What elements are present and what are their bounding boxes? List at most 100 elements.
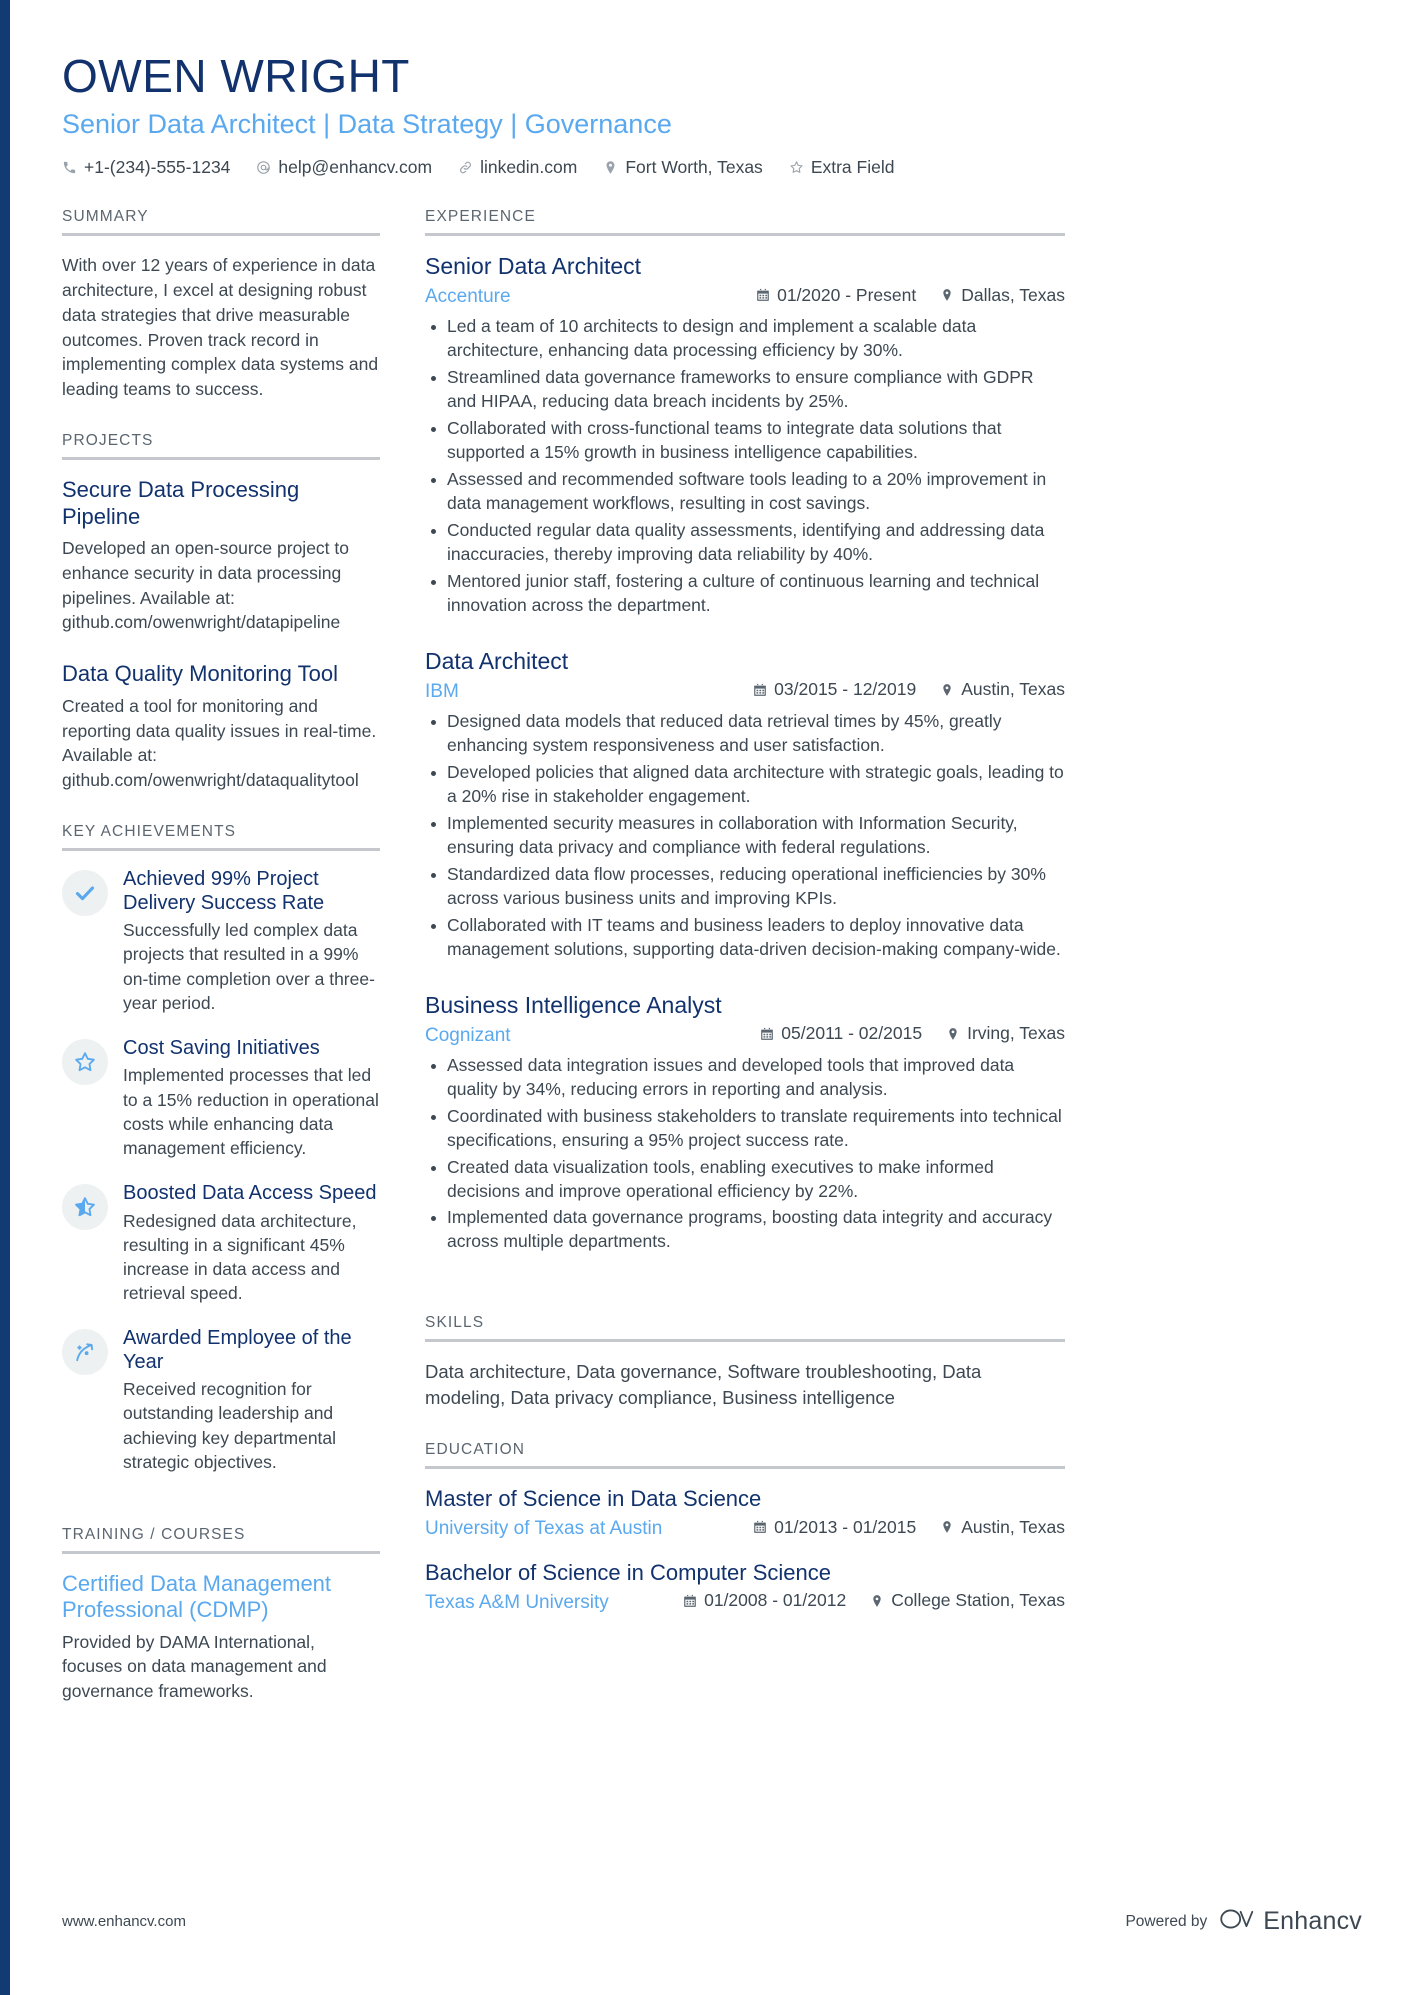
experience-item: Business Intelligence Analyst Cognizant … <box>425 992 1065 1255</box>
job-location-text: Irving, Texas <box>967 1023 1065 1044</box>
job-bullet: Coordinated with business stakeholders t… <box>425 1105 1065 1153</box>
section-title-key-achievements: KEY ACHIEVEMENTS <box>62 823 237 841</box>
project-item: Data Quality Monitoring Tool Created a t… <box>62 661 380 793</box>
calendar-icon <box>756 288 770 302</box>
job-meta: Accenture 01/2020 - Present Dallas, Texa… <box>425 285 1065 309</box>
project-description: Created a tool for monitoring and report… <box>62 695 377 791</box>
section-title-education: EDUCATION <box>425 1441 526 1459</box>
job-date-text: 05/2011 - 02/2015 <box>781 1023 923 1044</box>
resume-content: OWEN WRIGHT Senior Data Architect | Data… <box>62 0 1357 1704</box>
resume-header: OWEN WRIGHT Senior Data Architect | Data… <box>62 0 1357 178</box>
job-bullet: Collaborated with IT teams and business … <box>425 914 1065 962</box>
job-bullet: Mentored junior staff, fostering a cultu… <box>425 570 1065 618</box>
job-company: Accenture <box>425 286 511 308</box>
footer-website-url[interactable]: www.enhancv.com <box>62 1913 186 1930</box>
achievement-body: Boosted Data Access Speed Redesigned dat… <box>123 1182 380 1305</box>
contact-extra-field-text: Extra Field <box>810 157 895 178</box>
job-date: 01/2020 - Present <box>756 285 916 306</box>
education-meta: Texas A&M University 01/2008 - 01/2012 C… <box>425 1590 1065 1614</box>
achievement-title: Achieved 99% Project Delivery Success Ra… <box>123 868 325 914</box>
achievement-description: Redesigned data architecture, resulting … <box>123 1210 357 1303</box>
education-location-text: College Station, Texas <box>891 1590 1065 1611</box>
section-education: EDUCATION Master of Science in Data Scie… <box>425 1441 1065 1614</box>
job-meta: IBM 03/2015 - 12/2019 Austin, Texas <box>425 679 1065 703</box>
job-bullet: Assessed data integration issues and dev… <box>425 1054 1065 1102</box>
job-date-text: 01/2020 - Present <box>777 284 917 305</box>
education-location-text: Austin, Texas <box>961 1516 1065 1537</box>
location-pin-icon <box>603 160 618 175</box>
achievement-item: Achieved 99% Project Delivery Success Ra… <box>62 868 380 1015</box>
project-name: Data Quality Monitoring Tool <box>62 661 338 687</box>
job-bullet: Designed data models that reduced data r… <box>425 710 1065 758</box>
training-description: Provided by DAMA International, focuses … <box>62 1631 327 1702</box>
education-location: Austin, Texas <box>940 1517 1065 1538</box>
section-title-skills: SKILLS <box>425 1314 485 1332</box>
contact-location[interactable]: Fort Worth, Texas <box>603 157 763 178</box>
training-name: Certified Data Management Professional (… <box>62 1570 332 1623</box>
contact-extra-field[interactable]: Extra Field <box>789 157 895 178</box>
resume-page: OWEN WRIGHT Senior Data Architect | Data… <box>0 0 1410 1995</box>
experience-item: Data Architect IBM 03/2015 - 12/2019 Aus… <box>425 648 1065 962</box>
job-location: Dallas, Texas <box>940 285 1065 306</box>
calendar-icon <box>753 1520 767 1534</box>
project-description: Developed an open-source project to enha… <box>62 537 349 633</box>
phone-icon <box>62 160 77 175</box>
section-training-courses: TRAINING / COURSES Certified Data Manage… <box>62 1526 380 1704</box>
job-company: IBM <box>425 680 459 702</box>
footer-branding: Powered by Enhancv <box>1125 1906 1362 1937</box>
contact-email[interactable]: help@enhancv.com <box>256 157 432 178</box>
section-title-training-courses: TRAINING / COURSES <box>62 1525 246 1543</box>
contact-linkedin-text: linkedin.com <box>480 157 578 178</box>
contact-phone[interactable]: +1-(234)-555-1234 <box>62 157 230 178</box>
location-pin-icon <box>870 1594 884 1608</box>
education-school: Texas A&M University <box>425 1591 609 1613</box>
job-date-text: 03/2015 - 12/2019 <box>774 679 917 700</box>
resume-columns: SUMMARY With over 12 years of experience… <box>62 208 1357 1704</box>
achievement-item: Awarded Employee of the Year Received re… <box>62 1327 380 1474</box>
contact-linkedin[interactable]: linkedin.com <box>458 157 577 178</box>
job-company: Cognizant <box>425 1024 511 1046</box>
job-bullet: Implemented data governance programs, bo… <box>425 1206 1065 1254</box>
contact-location-text: Fort Worth, Texas <box>625 157 763 178</box>
summary-text: With over 12 years of experience in data… <box>62 255 379 400</box>
job-location-text: Dallas, Texas <box>961 284 1065 305</box>
job-bullet: Implemented security measures in collabo… <box>425 812 1065 860</box>
education-item: Master of Science in Data Science Univer… <box>425 1486 1065 1540</box>
powered-by-label: Powered by <box>1125 1912 1208 1930</box>
project-item: Secure Data Processing Pipeline Develope… <box>62 477 380 635</box>
job-bullets: Assessed data integration issues and dev… <box>425 1054 1065 1255</box>
divider <box>62 233 380 237</box>
section-title-experience: EXPERIENCE <box>425 208 536 226</box>
section-title-summary: SUMMARY <box>62 208 149 226</box>
page-footer: www.enhancv.com Powered by Enhancv <box>62 1906 1362 1937</box>
achievement-item: Cost Saving Initiatives Implemented proc… <box>62 1037 380 1160</box>
achievement-description: Received recognition for outstanding lea… <box>123 1379 337 1472</box>
contact-bar: +1-(234)-555-1234 help@enhancv.com linke… <box>62 157 1357 178</box>
contact-email-text: help@enhancv.com <box>278 157 433 178</box>
job-bullet: Standardized data flow processes, reduci… <box>425 863 1065 911</box>
education-item: Bachelor of Science in Computer Science … <box>425 1560 1065 1614</box>
training-item: Certified Data Management Professional (… <box>62 1571 380 1704</box>
job-bullet: Conducted regular data quality assessmen… <box>425 519 1065 567</box>
achievement-description: Implemented processes that led to a 15% … <box>123 1065 379 1158</box>
section-experience: EXPERIENCE Senior Data Architect Accentu… <box>425 208 1065 1254</box>
section-key-achievements: KEY ACHIEVEMENTS Achieved 99% Project De… <box>62 823 380 1474</box>
job-bullet: Developed policies that aligned data arc… <box>425 761 1065 809</box>
star-half-icon <box>62 1183 108 1230</box>
skills-text: Data architecture, Data governance, Soft… <box>425 1361 982 1409</box>
job-title: Business Intelligence Analyst <box>425 991 722 1018</box>
job-bullet: Assessed and recommended software tools … <box>425 468 1065 516</box>
right-column: EXPERIENCE Senior Data Architect Accentu… <box>425 208 1065 1614</box>
section-summary: SUMMARY With over 12 years of experience… <box>62 208 380 402</box>
calendar-icon <box>760 1027 774 1041</box>
job-bullet: Led a team of 10 architects to design an… <box>425 315 1065 363</box>
professional-headline: Senior Data Architect | Data Strategy | … <box>62 108 672 139</box>
section-skills: SKILLS Data architecture, Data governanc… <box>425 1314 1065 1411</box>
enhancv-logo: Enhancv <box>1219 1906 1362 1937</box>
education-location: College Station, Texas <box>870 1590 1065 1611</box>
contact-phone-text: +1-(234)-555-1234 <box>84 157 231 178</box>
